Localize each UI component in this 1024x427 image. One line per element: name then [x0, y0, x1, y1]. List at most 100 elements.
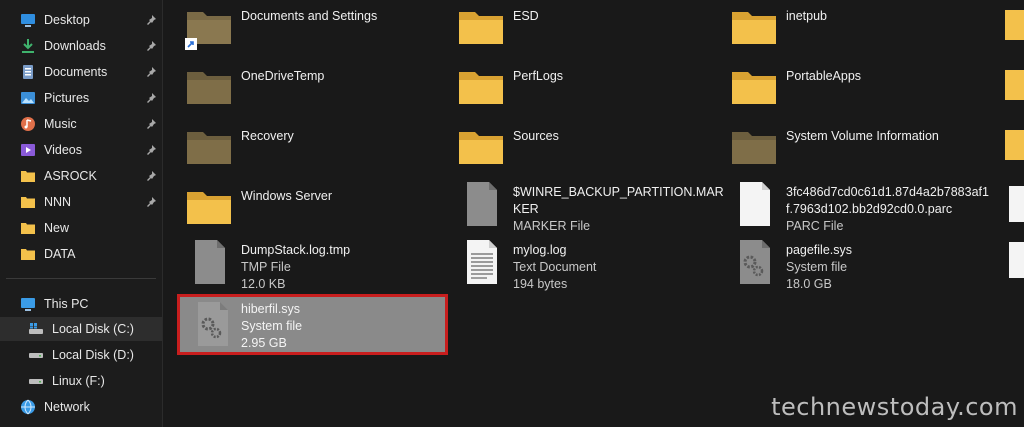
- item-parc-file[interactable]: 3fc486d7cd0c61d1.87d4a2b7883af1 f.7963d1…: [708, 178, 989, 236]
- folder-hidden-icon: [187, 132, 231, 164]
- folder-icon[interactable]: [1005, 66, 1024, 102]
- nav-item-music[interactable]: Music: [0, 112, 162, 136]
- file-icon: [740, 182, 770, 226]
- pin-icon[interactable]: [145, 14, 157, 26]
- download-icon: [20, 38, 36, 54]
- item-type: System file: [786, 260, 848, 274]
- item-onedrivetemp[interactable]: OneDriveTemp: [163, 62, 425, 118]
- item-size: 194 bytes: [513, 277, 568, 291]
- nav-label: Music: [44, 117, 77, 131]
- nav-item-drive-c[interactable]: Local Disk (C:): [0, 317, 162, 341]
- item-mylog[interactable]: mylog.log Text Document 194 bytes: [435, 236, 697, 294]
- nav-item-new[interactable]: New: [0, 216, 162, 240]
- item-name: hiberfil.sys: [241, 302, 301, 316]
- item-hiberfil-selected[interactable]: hiberfil.sys System file 2.95 GB: [177, 294, 448, 355]
- item-name: OneDriveTemp: [241, 69, 325, 83]
- desktop-icon: [20, 12, 36, 28]
- item-size: 2.95 GB: [241, 336, 287, 350]
- item-documents-and-settings[interactable]: Documents and Settings: [163, 2, 425, 58]
- nav-item-downloads[interactable]: Downloads: [0, 34, 162, 58]
- folder-icon[interactable]: [1005, 6, 1024, 42]
- item-perflogs[interactable]: PerfLogs: [435, 62, 697, 118]
- nav-label: New: [44, 221, 70, 235]
- item-dumpstack[interactable]: DumpStack.log.tmp TMP File 12.0 KB: [163, 236, 425, 294]
- nav-item-nnn[interactable]: NNN: [0, 190, 162, 214]
- pin-icon[interactable]: [145, 196, 157, 208]
- item-name-line2: KER: [513, 202, 539, 216]
- item-name: ESD: [513, 9, 539, 23]
- nav-label: Pictures: [44, 91, 90, 105]
- pin-icon[interactable]: [145, 92, 157, 104]
- folder-icon: [459, 132, 503, 164]
- nav-item-desktop[interactable]: Desktop: [0, 8, 162, 32]
- item-name-line1: $WINRE_BACKUP_PARTITION.MAR: [513, 185, 724, 199]
- folder-icon: [459, 12, 503, 44]
- folder-icon[interactable]: [1005, 126, 1024, 162]
- nav-item-drive-d[interactable]: Local Disk (D:): [0, 343, 162, 367]
- item-system-volume-information[interactable]: System Volume Information: [708, 122, 970, 178]
- nav-label: Local Disk (C:): [52, 322, 134, 336]
- nav-label: Videos: [44, 143, 82, 157]
- nav-item-asrock[interactable]: ASROCK: [0, 164, 162, 188]
- item-winre-backup-marker[interactable]: $WINRE_BACKUP_PARTITION.MAR KER MARKER F…: [435, 178, 724, 236]
- nav-label: Network: [44, 400, 90, 414]
- nav-label: Linux (F:): [52, 374, 105, 388]
- drive-windows-icon: [28, 321, 44, 337]
- navigation-pane: Desktop Downloads Documents Pictures Mus…: [0, 0, 163, 427]
- videos-icon: [20, 142, 36, 158]
- item-esd[interactable]: ESD: [435, 2, 697, 58]
- item-type: MARKER File: [513, 219, 591, 233]
- item-portableapps[interactable]: PortableApps: [708, 62, 970, 118]
- folder-icon: [459, 72, 503, 104]
- folder-icon: [20, 168, 36, 184]
- pictures-icon: [20, 90, 36, 106]
- file-icon: [195, 240, 225, 284]
- system-file-icon: [740, 240, 770, 284]
- item-name: PortableApps: [786, 69, 862, 83]
- item-size: 18.0 GB: [786, 277, 832, 291]
- item-name: Recovery: [241, 129, 294, 143]
- pin-icon[interactable]: [145, 118, 157, 130]
- item-type: TMP File: [241, 260, 291, 274]
- computer-icon: [20, 296, 36, 312]
- music-icon: [20, 116, 36, 132]
- drive-icon: [28, 347, 44, 363]
- pin-icon[interactable]: [145, 144, 157, 156]
- nav-item-data[interactable]: DATA: [0, 242, 162, 266]
- watermark-text: technewstoday.com: [771, 393, 1018, 421]
- nav-item-pictures[interactable]: Pictures: [0, 86, 162, 110]
- drive-icon: [28, 373, 44, 389]
- nav-item-documents[interactable]: Documents: [0, 60, 162, 84]
- file-icon[interactable]: [1005, 186, 1024, 222]
- nav-item-this-pc[interactable]: This PC: [0, 292, 162, 316]
- nav-label: ASROCK: [44, 169, 97, 183]
- network-icon: [20, 399, 36, 415]
- item-windows-server[interactable]: Windows Server: [163, 182, 425, 238]
- folder-icon: [20, 246, 36, 262]
- nav-item-drive-f[interactable]: Linux (F:): [0, 369, 162, 393]
- item-name: mylog.log: [513, 243, 567, 257]
- item-type: Text Document: [513, 260, 597, 274]
- folder-hidden-icon: [732, 132, 776, 164]
- file-icon[interactable]: [1005, 242, 1024, 278]
- nav-label: NNN: [44, 195, 72, 209]
- item-inetpub[interactable]: inetpub: [708, 2, 970, 58]
- folder-icon: [20, 220, 36, 236]
- item-name: Windows Server: [241, 189, 332, 203]
- item-name: pagefile.sys: [786, 243, 853, 257]
- item-pagefile[interactable]: pagefile.sys System file 18.0 GB: [708, 236, 970, 294]
- item-sources[interactable]: Sources: [435, 122, 697, 178]
- text-document-icon: [467, 240, 497, 284]
- item-name: DumpStack.log.tmp: [241, 243, 351, 257]
- nav-item-network[interactable]: Network: [0, 395, 162, 419]
- pin-icon[interactable]: [145, 40, 157, 52]
- pin-icon[interactable]: [145, 66, 157, 78]
- folder-icon: [732, 12, 776, 44]
- pin-icon[interactable]: [145, 170, 157, 182]
- nav-label: Downloads: [44, 39, 106, 53]
- nav-item-videos[interactable]: Videos: [0, 138, 162, 162]
- sidebar-divider: [6, 278, 156, 279]
- item-recovery[interactable]: Recovery: [163, 122, 425, 178]
- file-list-view: Documents and Settings ESD inetpub OneDr…: [163, 0, 1024, 427]
- item-name: PerfLogs: [513, 69, 564, 83]
